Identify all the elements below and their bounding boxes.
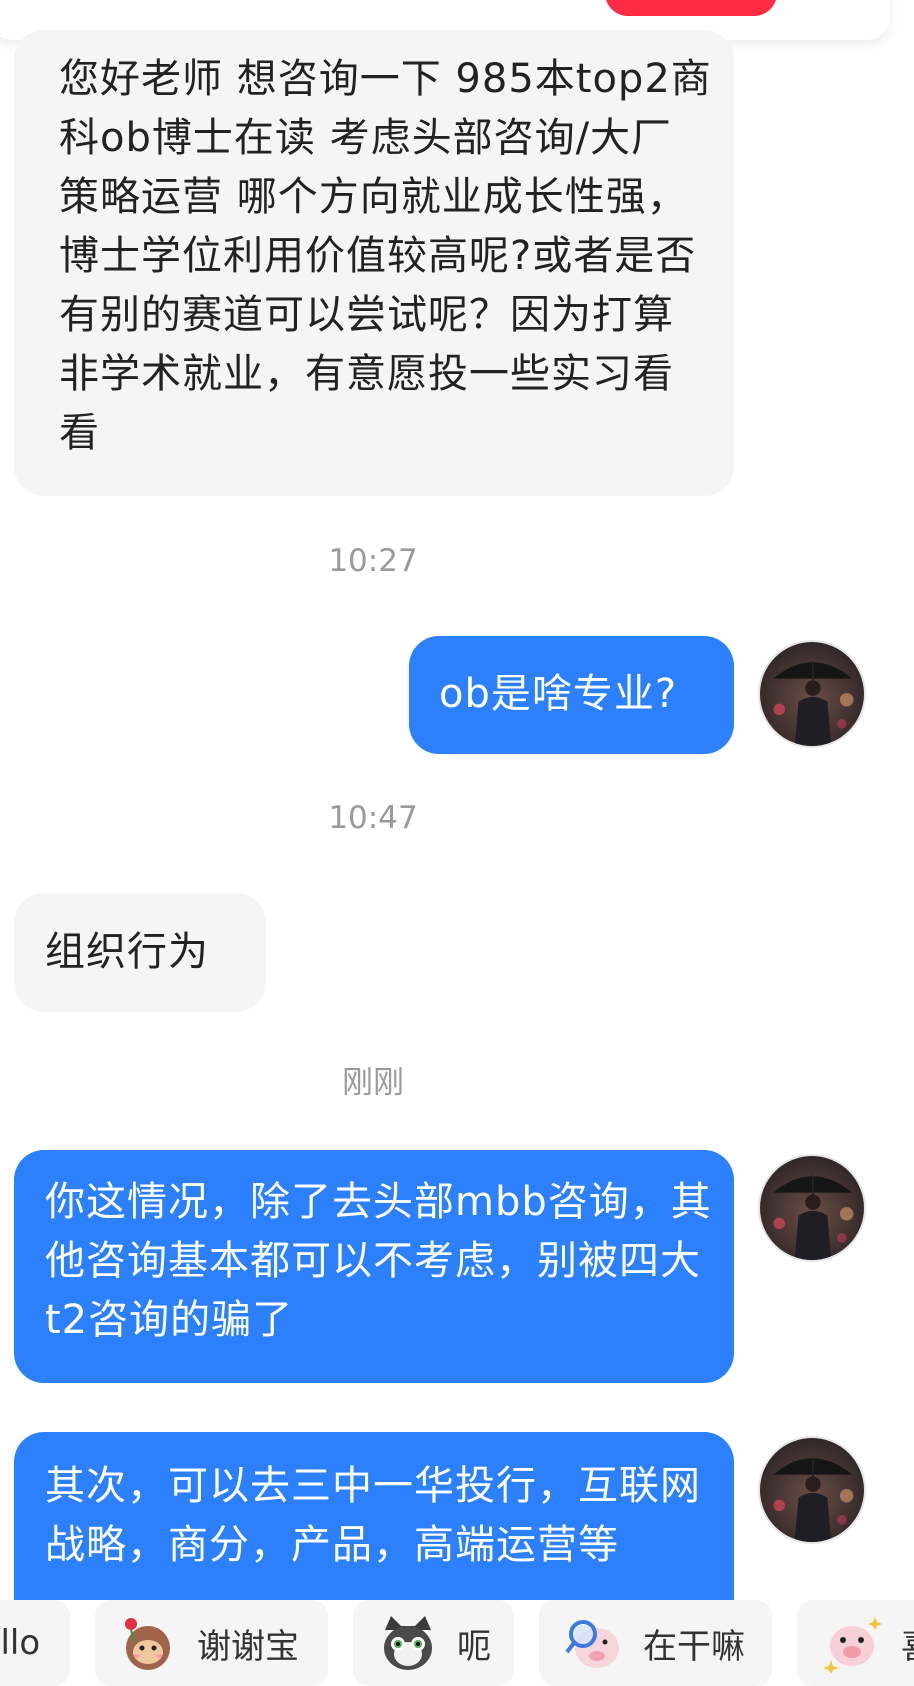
message-sent[interactable]: 你这情况，除了去头部mbb咨询，其他咨询基本都可以不考虑，别被四大t2咨询的骗了 [14, 1150, 734, 1383]
message-received[interactable]: 组织行为 [14, 893, 266, 1012]
quick-reply-thanks[interactable]: 谢谢宝 [95, 1600, 328, 1686]
quick-reply-uh[interactable]: 呃 [353, 1600, 514, 1686]
quick-reply-what-doing[interactable]: 在干嘛 [539, 1600, 772, 1686]
message-sent[interactable]: 其次，可以去三中一华投行，互联网战略，商分，产品，高端运营等 [14, 1432, 734, 1600]
message-received[interactable]: 您好老师 想咨询一下 985本top2商科ob博士在读 考虑头部咨询/大厂策略运… [14, 30, 734, 496]
timestamp: 刚刚 [342, 1065, 404, 1101]
timestamp: 10:27 [328, 543, 418, 579]
quick-reply-label: 呃 [457, 1626, 491, 1667]
quick-reply-label: 谢谢宝 [197, 1626, 299, 1667]
timestamp: 10:47 [328, 800, 418, 836]
quick-reply-label: 在干嘛 [643, 1626, 745, 1667]
user-avatar[interactable] [758, 1436, 866, 1544]
avatar-image [760, 1156, 864, 1260]
quick-reply-happy[interactable]: 喜 [797, 1600, 914, 1686]
pig-sparkle-sticker-icon [821, 1612, 883, 1674]
chat-area[interactable]: 您好老师 想咨询一下 985本top2商科ob博士在读 考虑头部咨询/大厂策略运… [0, 0, 914, 1600]
quick-reply-hello[interactable]: hello [0, 1600, 70, 1686]
monkey-rose-sticker-icon [117, 1612, 179, 1674]
user-avatar[interactable] [758, 640, 866, 748]
quick-reply-label: hello [0, 1623, 41, 1663]
user-avatar[interactable] [758, 1154, 866, 1262]
cat-sticker-icon [377, 1612, 439, 1674]
avatar-image [760, 1438, 864, 1542]
quick-reply-label: 喜 [901, 1619, 914, 1668]
quick-reply-bar[interactable]: hello 谢谢宝 [0, 1600, 914, 1686]
message-sent[interactable]: ob是啥专业? [409, 636, 734, 754]
avatar-image [760, 642, 864, 746]
pig-magnifier-sticker-icon [563, 1612, 625, 1674]
